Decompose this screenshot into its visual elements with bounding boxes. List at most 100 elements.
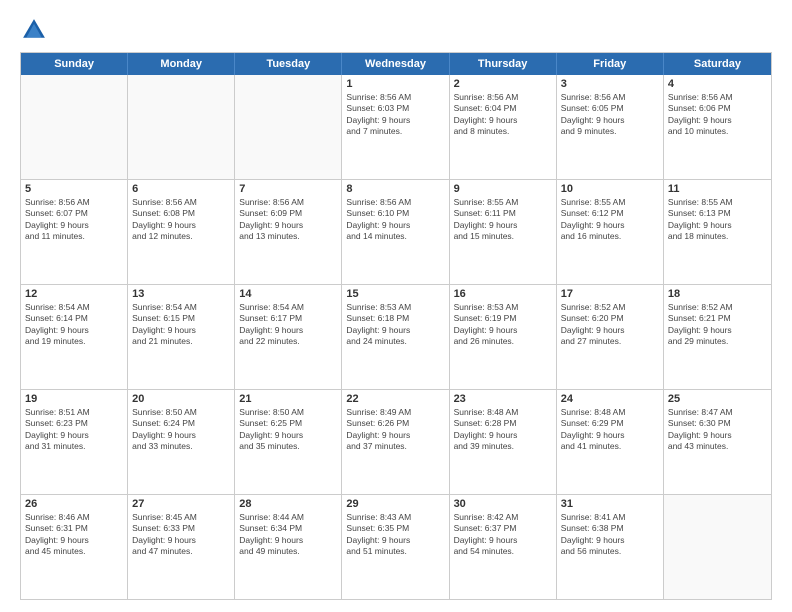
logo-icon: [20, 16, 48, 44]
day-number: 2: [454, 78, 552, 90]
day-number: 16: [454, 288, 552, 300]
day-content: Sunrise: 8:52 AM Sunset: 6:20 PM Dayligh…: [561, 302, 659, 348]
day-content: Sunrise: 8:56 AM Sunset: 6:09 PM Dayligh…: [239, 197, 337, 243]
day-content: Sunrise: 8:47 AM Sunset: 6:30 PM Dayligh…: [668, 407, 767, 453]
calendar-cell: 17 Sunrise: 8:52 AM Sunset: 6:20 PM Dayli…: [557, 285, 664, 389]
day-content: Sunrise: 8:50 AM Sunset: 6:25 PM Dayligh…: [239, 407, 337, 453]
calendar-cell: 7 Sunrise: 8:56 AM Sunset: 6:09 PM Daylig…: [235, 180, 342, 284]
logo: [20, 16, 52, 44]
day-content: Sunrise: 8:55 AM Sunset: 6:12 PM Dayligh…: [561, 197, 659, 243]
calendar-header-day: Sunday: [21, 53, 128, 75]
day-content: Sunrise: 8:56 AM Sunset: 6:05 PM Dayligh…: [561, 92, 659, 138]
calendar-cell: 11Sunrise: 8:55 AM Sunset: 6:13 PM Dayli…: [664, 180, 771, 284]
calendar-cell: 29 Sunrise: 8:43 AM Sunset: 6:35 PM Dayli…: [342, 495, 449, 599]
day-number: 13: [132, 288, 230, 300]
calendar-row: 1 Sunrise: 8:56 AM Sunset: 6:03 PM Daylig…: [21, 75, 771, 179]
day-number: 18: [668, 288, 767, 300]
day-content: Sunrise: 8:55 AM Sunset: 6:11 PM Dayligh…: [454, 197, 552, 243]
calendar-cell: 22Sunrise: 8:49 AM Sunset: 6:26 PM Dayli…: [342, 390, 449, 494]
day-content: Sunrise: 8:56 AM Sunset: 6:04 PM Dayligh…: [454, 92, 552, 138]
calendar-cell: [664, 495, 771, 599]
calendar-header-day: Friday: [557, 53, 664, 75]
calendar-cell: 1 Sunrise: 8:56 AM Sunset: 6:03 PM Daylig…: [342, 75, 449, 179]
day-content: Sunrise: 8:45 AM Sunset: 6:33 PM Dayligh…: [132, 512, 230, 558]
calendar-cell: 15Sunrise: 8:53 AM Sunset: 6:18 PM Dayli…: [342, 285, 449, 389]
calendar-cell: 9Sunrise: 8:55 AM Sunset: 6:11 PM Daylig…: [450, 180, 557, 284]
day-content: Sunrise: 8:54 AM Sunset: 6:17 PM Dayligh…: [239, 302, 337, 348]
day-content: Sunrise: 8:52 AM Sunset: 6:21 PM Dayligh…: [668, 302, 767, 348]
day-content: Sunrise: 8:42 AM Sunset: 6:37 PM Dayligh…: [454, 512, 552, 558]
calendar-cell: 8Sunrise: 8:56 AM Sunset: 6:10 PM Daylig…: [342, 180, 449, 284]
calendar-cell: 6 Sunrise: 8:56 AM Sunset: 6:08 PM Daylig…: [128, 180, 235, 284]
day-number: 6: [132, 183, 230, 195]
calendar-cell: 27 Sunrise: 8:45 AM Sunset: 6:33 PM Dayli…: [128, 495, 235, 599]
day-content: Sunrise: 8:56 AM Sunset: 6:08 PM Dayligh…: [132, 197, 230, 243]
day-number: 25: [668, 393, 767, 405]
day-content: Sunrise: 8:48 AM Sunset: 6:29 PM Dayligh…: [561, 407, 659, 453]
day-number: 30: [454, 498, 552, 510]
day-number: 11: [668, 183, 767, 195]
day-number: 21: [239, 393, 337, 405]
page: SundayMondayTuesdayWednesdayThursdayFrid…: [0, 0, 792, 612]
calendar-header-day: Tuesday: [235, 53, 342, 75]
day-content: Sunrise: 8:54 AM Sunset: 6:14 PM Dayligh…: [25, 302, 123, 348]
day-number: 15: [346, 288, 444, 300]
calendar-cell: 3 Sunrise: 8:56 AM Sunset: 6:05 PM Daylig…: [557, 75, 664, 179]
day-content: Sunrise: 8:54 AM Sunset: 6:15 PM Dayligh…: [132, 302, 230, 348]
calendar-cell: [235, 75, 342, 179]
day-content: Sunrise: 8:56 AM Sunset: 6:06 PM Dayligh…: [668, 92, 767, 138]
day-content: Sunrise: 8:51 AM Sunset: 6:23 PM Dayligh…: [25, 407, 123, 453]
calendar-cell: 20 Sunrise: 8:50 AM Sunset: 6:24 PM Dayli…: [128, 390, 235, 494]
day-content: Sunrise: 8:44 AM Sunset: 6:34 PM Dayligh…: [239, 512, 337, 558]
calendar-cell: 14Sunrise: 8:54 AM Sunset: 6:17 PM Dayli…: [235, 285, 342, 389]
calendar-cell: 16 Sunrise: 8:53 AM Sunset: 6:19 PM Dayli…: [450, 285, 557, 389]
calendar-row: 5Sunrise: 8:56 AM Sunset: 6:07 PM Daylig…: [21, 179, 771, 284]
calendar-header-day: Wednesday: [342, 53, 449, 75]
calendar-row: 19 Sunrise: 8:51 AM Sunset: 6:23 PM Dayli…: [21, 389, 771, 494]
calendar-cell: 10 Sunrise: 8:55 AM Sunset: 6:12 PM Dayli…: [557, 180, 664, 284]
calendar-cell: 13 Sunrise: 8:54 AM Sunset: 6:15 PM Dayli…: [128, 285, 235, 389]
day-number: 19: [25, 393, 123, 405]
day-content: Sunrise: 8:46 AM Sunset: 6:31 PM Dayligh…: [25, 512, 123, 558]
day-number: 23: [454, 393, 552, 405]
calendar-cell: 2 Sunrise: 8:56 AM Sunset: 6:04 PM Daylig…: [450, 75, 557, 179]
day-content: Sunrise: 8:48 AM Sunset: 6:28 PM Dayligh…: [454, 407, 552, 453]
day-content: Sunrise: 8:43 AM Sunset: 6:35 PM Dayligh…: [346, 512, 444, 558]
calendar-header-day: Thursday: [450, 53, 557, 75]
day-content: Sunrise: 8:41 AM Sunset: 6:38 PM Dayligh…: [561, 512, 659, 558]
day-number: 31: [561, 498, 659, 510]
calendar-cell: 18 Sunrise: 8:52 AM Sunset: 6:21 PM Dayli…: [664, 285, 771, 389]
day-number: 7: [239, 183, 337, 195]
day-number: 20: [132, 393, 230, 405]
header: [20, 16, 772, 44]
calendar-cell: 19 Sunrise: 8:51 AM Sunset: 6:23 PM Dayli…: [21, 390, 128, 494]
calendar-cell: 12Sunrise: 8:54 AM Sunset: 6:14 PM Dayli…: [21, 285, 128, 389]
day-number: 10: [561, 183, 659, 195]
day-number: 22: [346, 393, 444, 405]
day-content: Sunrise: 8:53 AM Sunset: 6:19 PM Dayligh…: [454, 302, 552, 348]
day-number: 27: [132, 498, 230, 510]
calendar-cell: 30 Sunrise: 8:42 AM Sunset: 6:37 PM Dayli…: [450, 495, 557, 599]
calendar-row: 26 Sunrise: 8:46 AM Sunset: 6:31 PM Dayli…: [21, 494, 771, 599]
calendar-cell: 5Sunrise: 8:56 AM Sunset: 6:07 PM Daylig…: [21, 180, 128, 284]
day-content: Sunrise: 8:56 AM Sunset: 6:03 PM Dayligh…: [346, 92, 444, 138]
calendar-cell: [21, 75, 128, 179]
calendar-cell: 26 Sunrise: 8:46 AM Sunset: 6:31 PM Dayli…: [21, 495, 128, 599]
day-number: 28: [239, 498, 337, 510]
day-number: 26: [25, 498, 123, 510]
day-number: 3: [561, 78, 659, 90]
calendar-cell: 4 Sunrise: 8:56 AM Sunset: 6:06 PM Daylig…: [664, 75, 771, 179]
day-number: 29: [346, 498, 444, 510]
day-number: 24: [561, 393, 659, 405]
day-number: 1: [346, 78, 444, 90]
calendar-header-day: Monday: [128, 53, 235, 75]
calendar-header-day: Saturday: [664, 53, 771, 75]
day-content: Sunrise: 8:50 AM Sunset: 6:24 PM Dayligh…: [132, 407, 230, 453]
calendar-cell: 24 Sunrise: 8:48 AM Sunset: 6:29 PM Dayli…: [557, 390, 664, 494]
day-number: 4: [668, 78, 767, 90]
calendar-cell: 21 Sunrise: 8:50 AM Sunset: 6:25 PM Dayli…: [235, 390, 342, 494]
calendar-cell: [128, 75, 235, 179]
day-number: 17: [561, 288, 659, 300]
day-content: Sunrise: 8:56 AM Sunset: 6:10 PM Dayligh…: [346, 197, 444, 243]
calendar-header: SundayMondayTuesdayWednesdayThursdayFrid…: [21, 53, 771, 75]
